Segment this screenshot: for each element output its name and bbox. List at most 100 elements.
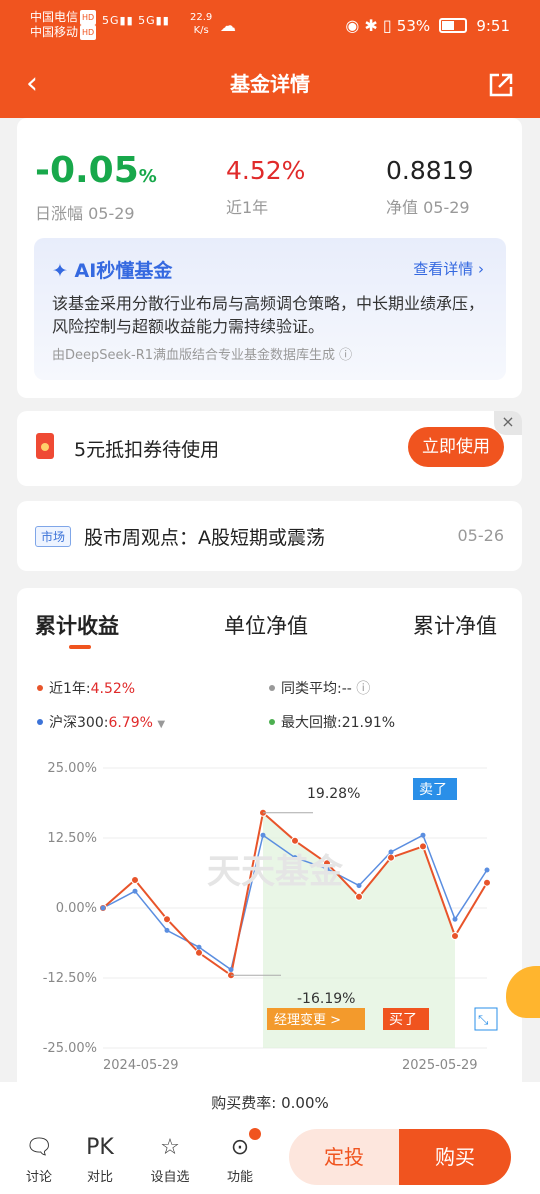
max-label: 19.28% — [307, 786, 360, 802]
index-dot-icon — [37, 719, 43, 725]
watchlist-button[interactable]: ☆ 设自选 — [145, 1130, 195, 1185]
signal-label-2: 5G — [138, 14, 156, 27]
buy-marker[interactable]: 买了 — [383, 1008, 429, 1030]
net-speed: 22.9 K/s — [190, 11, 212, 37]
info-icon[interactable]: ⓘ — [339, 348, 352, 363]
manager-change-marker[interactable]: 经理变更 > — [267, 1008, 365, 1030]
sell-marker[interactable]: 卖了 — [413, 778, 457, 800]
sparkle-icon: ✦ — [52, 260, 75, 282]
legend-drawdown: 最大回撤:21.91% — [269, 712, 395, 732]
index-point — [452, 916, 458, 922]
fund-point — [195, 948, 203, 957]
y-tick-label: 25.00% — [47, 761, 97, 776]
battery-percent: 53% — [396, 17, 431, 35]
daily-change-label: 日涨幅 05-29 — [35, 204, 135, 223]
legend-drawdown-value: 21.91% — [341, 715, 396, 731]
header: 中国电信 HD 中国移动 HD 5G▮▮ 5G▮▮ 22.9 K/s ☁ ◉ ✱ ▯ … — [0, 0, 540, 118]
auto-invest-button[interactable]: 定投 — [289, 1129, 399, 1185]
clock: 9:51 — [476, 17, 510, 35]
expand-icon[interactable]: ⤡ — [474, 1007, 498, 1031]
index-point — [100, 905, 106, 911]
info-icon[interactable]: ⓘ — [356, 681, 370, 697]
index-point — [228, 967, 234, 973]
speed-value: 22.9 — [190, 12, 213, 23]
index-point — [132, 888, 138, 894]
page-title: 基金详情 — [230, 72, 310, 96]
ai-title: ✦ AI秒懂基金 — [52, 256, 172, 283]
ai-summary-text: 该基金采用分散行业布局与高频调仓策略，中长期业绩承压，风险控制与超额收益能力需持… — [52, 294, 485, 336]
watchlist-label: 设自选 — [150, 1170, 190, 1185]
fund-point — [419, 842, 427, 851]
use-coupon-button[interactable]: 立即使用 — [408, 427, 504, 467]
x-tick-label-end: 2025-05-29 — [402, 1058, 478, 1073]
index-point — [388, 849, 394, 855]
bluetooth-icon: ✱ — [364, 16, 378, 35]
legend-index[interactable]: 沪深300:6.79% ▼ — [37, 712, 165, 732]
fund-point — [131, 876, 139, 884]
watermark: 天天基金 — [207, 852, 344, 892]
min-label: -16.19% — [297, 991, 355, 1007]
manager-change-label: 经理变更 > — [274, 1012, 341, 1028]
legend-peer-label: 同类平均: — [281, 681, 342, 697]
index-point — [484, 867, 490, 873]
legend-peer-value: -- — [341, 681, 352, 697]
wechat-icon: ☁ — [220, 16, 236, 35]
tab-unit-nav[interactable]: 单位净值 — [224, 610, 308, 640]
peer-dot-icon — [269, 685, 275, 691]
daily-change-unit: % — [138, 166, 157, 187]
fund-dot-icon — [37, 685, 43, 691]
star-icon: ☆ — [160, 1135, 180, 1160]
return-chart[interactable]: 25.00% 12.50% 0.00% -12.50% -25.00% 天天基金 19.… — [17, 738, 522, 1108]
legend-drawdown-label: 最大回撤: — [281, 715, 342, 731]
fund-point — [355, 892, 363, 901]
fee-label: 购买费率: — [211, 1094, 277, 1112]
legend-fund-label: 近1年: — [49, 681, 91, 697]
news-card[interactable]: 市场 股市周观点：A股短期或震荡 05-26 — [17, 501, 522, 571]
legend-peer: 同类平均:-- ⓘ — [269, 678, 370, 698]
x-tick-label-start: 2024-05-29 — [103, 1058, 179, 1073]
y-tick-label: 0.00% — [56, 901, 97, 916]
buy-button[interactable]: 购买 — [399, 1129, 511, 1185]
status-right: ◉ ✱ ▯ 53% 9:51 — [345, 16, 510, 35]
pk-icon: PK — [86, 1135, 114, 1160]
compare-label: 对比 — [86, 1170, 113, 1185]
speed-unit: K/s — [193, 25, 209, 36]
stat-nav: 0.8819 净值 05-29 — [386, 148, 473, 218]
legend-fund: 近1年:4.52% — [37, 678, 135, 698]
discuss-button[interactable]: 🗨 讨论 — [14, 1130, 64, 1185]
ai-summary-panel[interactable]: ✦ AI秒懂基金 查看详情 › 该基金采用分散行业布局与高频调仓策略，中长期业绩… — [34, 238, 506, 380]
fund-point — [291, 836, 299, 845]
close-icon[interactable]: × — [494, 411, 522, 435]
one-year-value: 4.52% — [226, 156, 306, 185]
ai-detail-link[interactable]: 查看详情 › — [413, 258, 484, 279]
tab-cumulative-nav[interactable]: 累计净值 — [413, 610, 497, 640]
coupon-card: 5元抵扣券待使用 立即使用 × — [17, 411, 522, 486]
ai-detail-label: 查看详情 — [413, 260, 474, 278]
fund-point — [451, 932, 459, 940]
ai-title-text: AI秒懂基金 — [74, 260, 173, 282]
discuss-label: 讨论 — [25, 1170, 52, 1185]
drawdown-dot-icon — [269, 719, 275, 725]
legend-index-label: 沪深300: — [49, 715, 109, 731]
chevron-right-icon: › — [478, 260, 484, 278]
coupon-text: 5元抵扣券待使用 — [74, 439, 220, 461]
fund-point — [387, 853, 395, 862]
fee-rate: 购买费率: 0.00% — [0, 1092, 540, 1113]
nav-bar: ‹ 基金详情 — [0, 64, 540, 104]
chat-icon: 🗨 — [25, 1135, 53, 1160]
share-icon[interactable] — [488, 72, 514, 98]
legend-index-value: 6.79% — [108, 715, 153, 731]
status-bar: 中国电信 HD 中国移动 HD 5G▮▮ 5G▮▮ 22.9 K/s ☁ ◉ ✱ ▯ … — [30, 10, 510, 46]
index-point — [420, 832, 426, 838]
index-point — [356, 883, 362, 889]
compare-button[interactable]: PK 对比 — [75, 1130, 125, 1185]
caret-down-icon: ▼ — [157, 719, 166, 730]
news-date: 05-26 — [457, 526, 505, 545]
tab-underline — [69, 645, 91, 649]
more-functions-button[interactable]: ⊙ 功能 — [215, 1128, 265, 1185]
vibrate-icon: ▯ — [382, 16, 392, 35]
tab-cumulative-return[interactable]: 累计收益 — [35, 610, 119, 640]
index-point — [196, 944, 202, 950]
ai-source: 由DeepSeek-R1满血版结合专业基金数据库生成 ⓘ — [52, 344, 352, 363]
chart-card: 累计收益 单位净值 累计净值 近1年:4.52% 同类平均:-- ⓘ 沪深300… — [17, 588, 522, 1108]
